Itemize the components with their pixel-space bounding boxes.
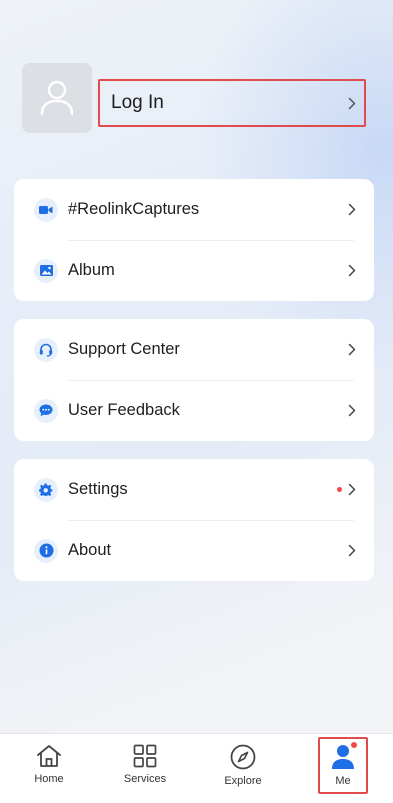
compass-icon — [230, 744, 256, 770]
menu-item-label: About — [68, 541, 112, 559]
chevron-right-icon — [348, 544, 356, 557]
home-icon — [37, 745, 61, 767]
login-button[interactable]: Log In — [98, 79, 366, 127]
chevron-right-icon — [348, 483, 356, 496]
info-icon — [34, 538, 58, 563]
video-camera-icon — [34, 197, 58, 222]
headset-icon — [34, 337, 58, 362]
menu-card-support: Support Center User Feedback — [14, 319, 374, 441]
chevron-right-icon — [348, 404, 356, 417]
tab-label: Explore — [224, 775, 262, 787]
tab-label: Home — [34, 773, 64, 785]
menu-item-label: Support Center — [68, 340, 180, 358]
menu-item-album[interactable]: Album — [14, 240, 374, 301]
chat-bubble-icon — [34, 398, 58, 423]
tab-services[interactable]: Services — [96, 734, 194, 803]
avatar[interactable] — [22, 63, 92, 133]
menu-item-reolink-captures[interactable]: #ReolinkCaptures — [14, 179, 374, 240]
menu-item-about[interactable]: About — [14, 520, 374, 581]
image-icon — [34, 258, 58, 283]
grid-icon — [133, 744, 157, 768]
menu-card-app: Settings About — [14, 459, 374, 581]
menu-item-label: Album — [68, 261, 115, 279]
login-label: Log In — [111, 92, 164, 113]
chevron-right-icon — [348, 203, 356, 216]
menu-item-label: Settings — [68, 480, 128, 498]
menu-item-settings[interactable]: Settings — [14, 459, 374, 520]
chevron-right-icon — [348, 343, 356, 356]
tab-me-highlight — [318, 737, 368, 794]
menu-card-media: #ReolinkCaptures Album — [14, 179, 374, 301]
menu-item-support-center[interactable]: Support Center — [14, 319, 374, 380]
notification-dot — [337, 487, 342, 492]
tab-home[interactable]: Home — [0, 734, 98, 803]
tab-label: Services — [123, 773, 167, 785]
chevron-right-icon — [348, 264, 356, 277]
gear-icon — [34, 477, 58, 502]
tab-explore[interactable]: Explore — [194, 734, 292, 803]
user-placeholder-icon — [40, 80, 74, 116]
menu-item-label: User Feedback — [68, 401, 180, 419]
menu-item-user-feedback[interactable]: User Feedback — [14, 380, 374, 441]
chevron-right-icon — [348, 97, 356, 110]
menu-item-label: #ReolinkCaptures — [68, 200, 200, 218]
profile-header: Log In — [22, 63, 372, 133]
